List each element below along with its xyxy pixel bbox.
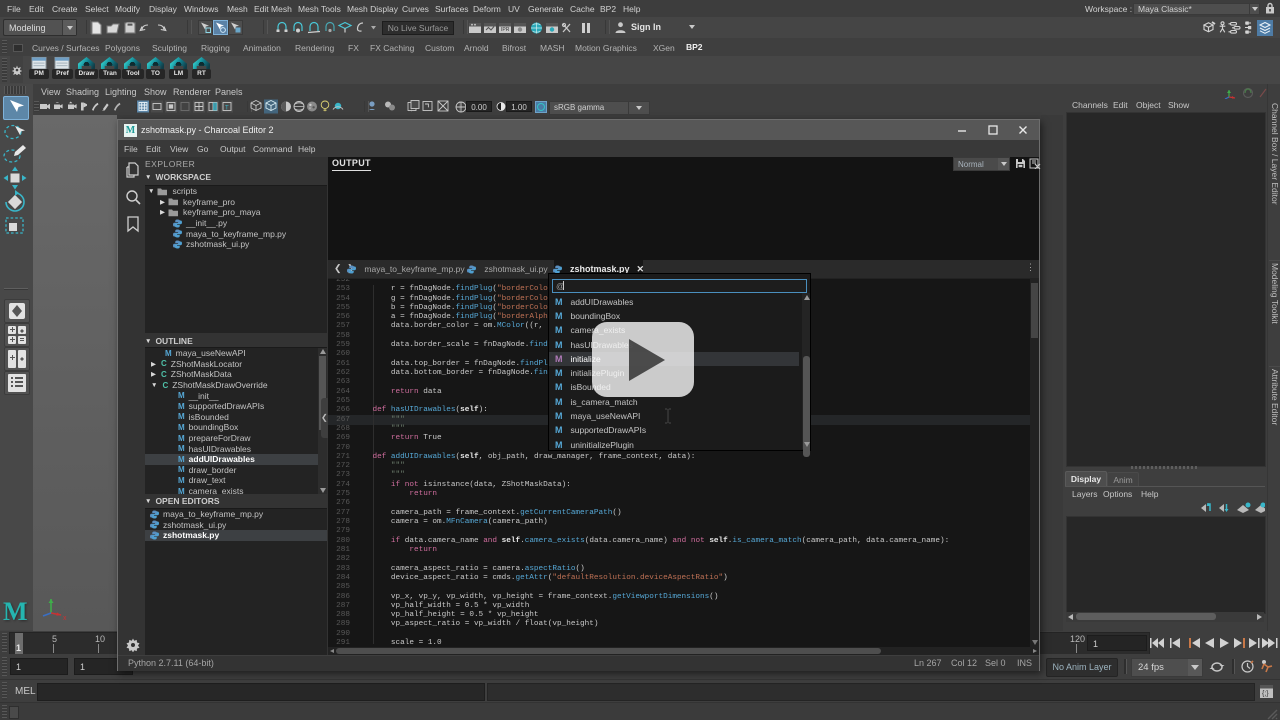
svg-text:{;}: {;}: [1262, 691, 1269, 698]
svg-text:x: x: [63, 615, 67, 621]
svg-text:T: T: [225, 106, 229, 112]
svg-text:IPR: IPR: [501, 27, 510, 33]
